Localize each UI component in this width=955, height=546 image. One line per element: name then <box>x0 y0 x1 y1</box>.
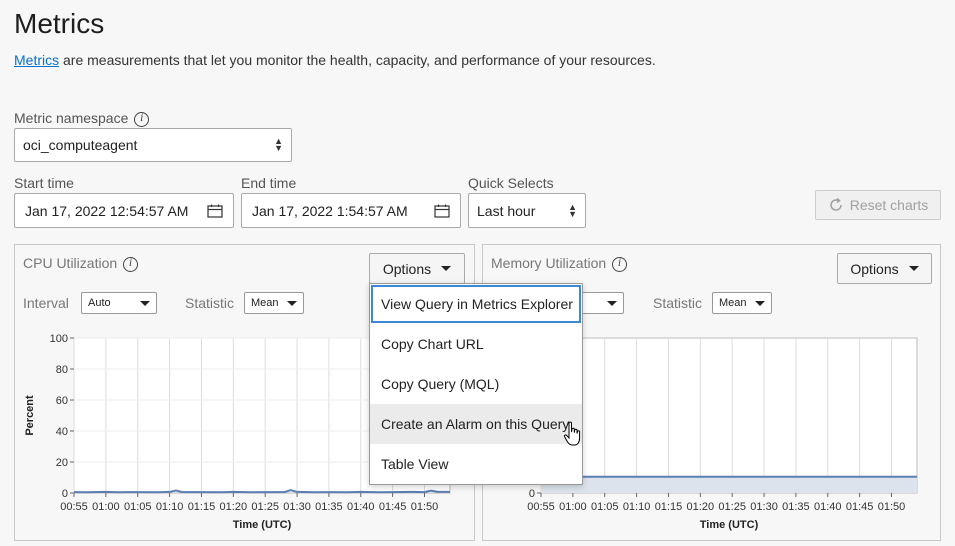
cpu-panel-title-text: CPU Utilization <box>23 255 118 271</box>
options-menu: View Query in Metrics Explorer Copy Char… <box>369 283 583 485</box>
quick-selects-value: Last hour <box>477 202 536 219</box>
options-label: Options <box>382 260 432 277</box>
reset-charts-label: Reset charts <box>849 197 929 213</box>
x-tick-label: 01:10 <box>623 501 651 513</box>
x-tick-label: 01:05 <box>124 501 152 513</box>
quick-selects-label: Quick Selects <box>468 175 554 191</box>
cpu-options-button[interactable]: Options <box>369 253 465 284</box>
x-tick-label: 01:35 <box>782 501 810 513</box>
x-tick-label: 01:25 <box>718 501 746 513</box>
x-tick-label: 01:35 <box>315 501 343 513</box>
menu-item-view-query[interactable]: View Query in Metrics Explorer <box>370 284 582 324</box>
page-description: Metrics are measurements that let you mo… <box>14 52 656 68</box>
x-tick-label: 01:10 <box>156 501 184 513</box>
x-tick-label: 01:50 <box>878 501 906 513</box>
namespace-value: oci_computeagent <box>23 137 138 153</box>
reset-charts-button[interactable]: Reset charts <box>815 190 941 220</box>
interval-value: Auto <box>88 297 111 309</box>
statistic-select[interactable]: Mean <box>712 292 772 314</box>
page-title: Metrics <box>14 8 105 39</box>
start-time-label: Start time <box>14 175 74 191</box>
y-tick-label: 60 <box>56 395 68 407</box>
x-tick-label: 01:20 <box>220 501 248 513</box>
namespace-label: Metric namespace i <box>14 110 150 127</box>
x-tick-label: 01:30 <box>283 501 311 513</box>
refresh-icon <box>830 197 842 211</box>
y-tick-label: 0 <box>62 488 68 500</box>
memory-panel-title: Memory Utilization i <box>491 255 628 272</box>
x-tick-label: 01:30 <box>750 501 778 513</box>
hand-cursor-icon <box>563 421 581 446</box>
info-icon[interactable]: i <box>123 256 139 272</box>
start-time-value: Jan 17, 2022 12:54:57 AM <box>25 202 189 219</box>
caret-down-icon <box>287 300 297 306</box>
y-tick-label: 80 <box>56 364 68 376</box>
x-tick-label: 01:20 <box>687 501 715 513</box>
x-tick-label: 01:00 <box>559 501 587 513</box>
end-time-input[interactable]: Jan 17, 2022 1:54:57 AM <box>241 193 461 228</box>
calendar-icon[interactable] <box>434 204 450 218</box>
page-description-text: are measurements that let you monitor th… <box>59 52 656 68</box>
statistic-label: Statistic <box>185 295 235 311</box>
memory-options-button[interactable]: Options <box>837 253 932 284</box>
caret-down-icon <box>607 300 617 306</box>
statistic-select[interactable]: Mean <box>244 292 304 314</box>
x-axis-title: Time (UTC) <box>700 519 759 531</box>
end-time-label: End time <box>241 175 297 191</box>
x-tick-label: 01:05 <box>591 501 619 513</box>
menu-item-copy-query[interactable]: Copy Query (MQL) <box>370 364 582 404</box>
x-tick-label: 01:25 <box>251 501 279 513</box>
metrics-docs-link[interactable]: Metrics <box>14 52 59 68</box>
statistic-value: Mean <box>719 297 747 309</box>
x-tick-label: 01:15 <box>655 501 683 513</box>
info-icon[interactable]: i <box>134 111 150 127</box>
namespace-select[interactable]: oci_computeagent ▲ ▼ <box>14 128 292 162</box>
start-time-input[interactable]: Jan 17, 2022 12:54:57 AM <box>14 193 234 228</box>
y-tick-label: 20 <box>56 457 68 469</box>
x-tick-label: 01:15 <box>188 501 216 513</box>
caret-down-icon <box>908 266 919 271</box>
interval-label: Interval <box>23 295 69 311</box>
x-tick-label: 00:55 <box>527 501 555 513</box>
caret-down-icon <box>755 300 765 306</box>
caret-down-icon <box>140 300 150 306</box>
namespace-label-text: Metric namespace <box>14 110 129 126</box>
series-area <box>541 476 917 493</box>
x-tick-label: 01:00 <box>92 501 120 513</box>
calendar-icon[interactable] <box>207 204 223 218</box>
menu-item-create-alarm[interactable]: Create an Alarm on this Query <box>370 404 582 444</box>
y-tick-label: 40 <box>56 426 68 438</box>
select-arrows-icon: ▲ ▼ <box>568 201 577 219</box>
x-axis-title: Time (UTC) <box>233 519 292 531</box>
x-tick-label: 01:40 <box>347 501 375 513</box>
menu-item-copy-chart-url[interactable]: Copy Chart URL <box>370 324 582 364</box>
x-tick-label: 01:50 <box>411 501 439 513</box>
y-tick-label: 100 <box>50 333 68 345</box>
info-icon[interactable]: i <box>612 256 628 272</box>
interval-select[interactable]: Auto <box>81 292 157 314</box>
end-time-value: Jan 17, 2022 1:54:57 AM <box>252 202 408 219</box>
options-label: Options <box>850 260 899 277</box>
cpu-panel-title: CPU Utilization i <box>23 255 139 272</box>
menu-item-table-view[interactable]: Table View <box>370 444 582 484</box>
select-arrows-icon: ▲ ▼ <box>274 136 283 153</box>
caret-down-icon <box>441 266 452 271</box>
x-tick-label: 01:45 <box>379 501 407 513</box>
x-tick-label: 01:45 <box>846 501 874 513</box>
y-tick-label: 0 <box>529 488 535 500</box>
statistic-label: Statistic <box>653 295 703 311</box>
x-tick-label: 01:40 <box>814 501 842 513</box>
statistic-value: Mean <box>251 297 279 309</box>
y-axis-title: Percent <box>24 395 36 436</box>
plot-area <box>540 337 918 494</box>
memory-panel-title-text: Memory Utilization <box>491 255 607 271</box>
quick-selects-select[interactable]: Last hour ▲ ▼ <box>468 193 586 228</box>
x-tick-label: 00:55 <box>60 501 88 513</box>
